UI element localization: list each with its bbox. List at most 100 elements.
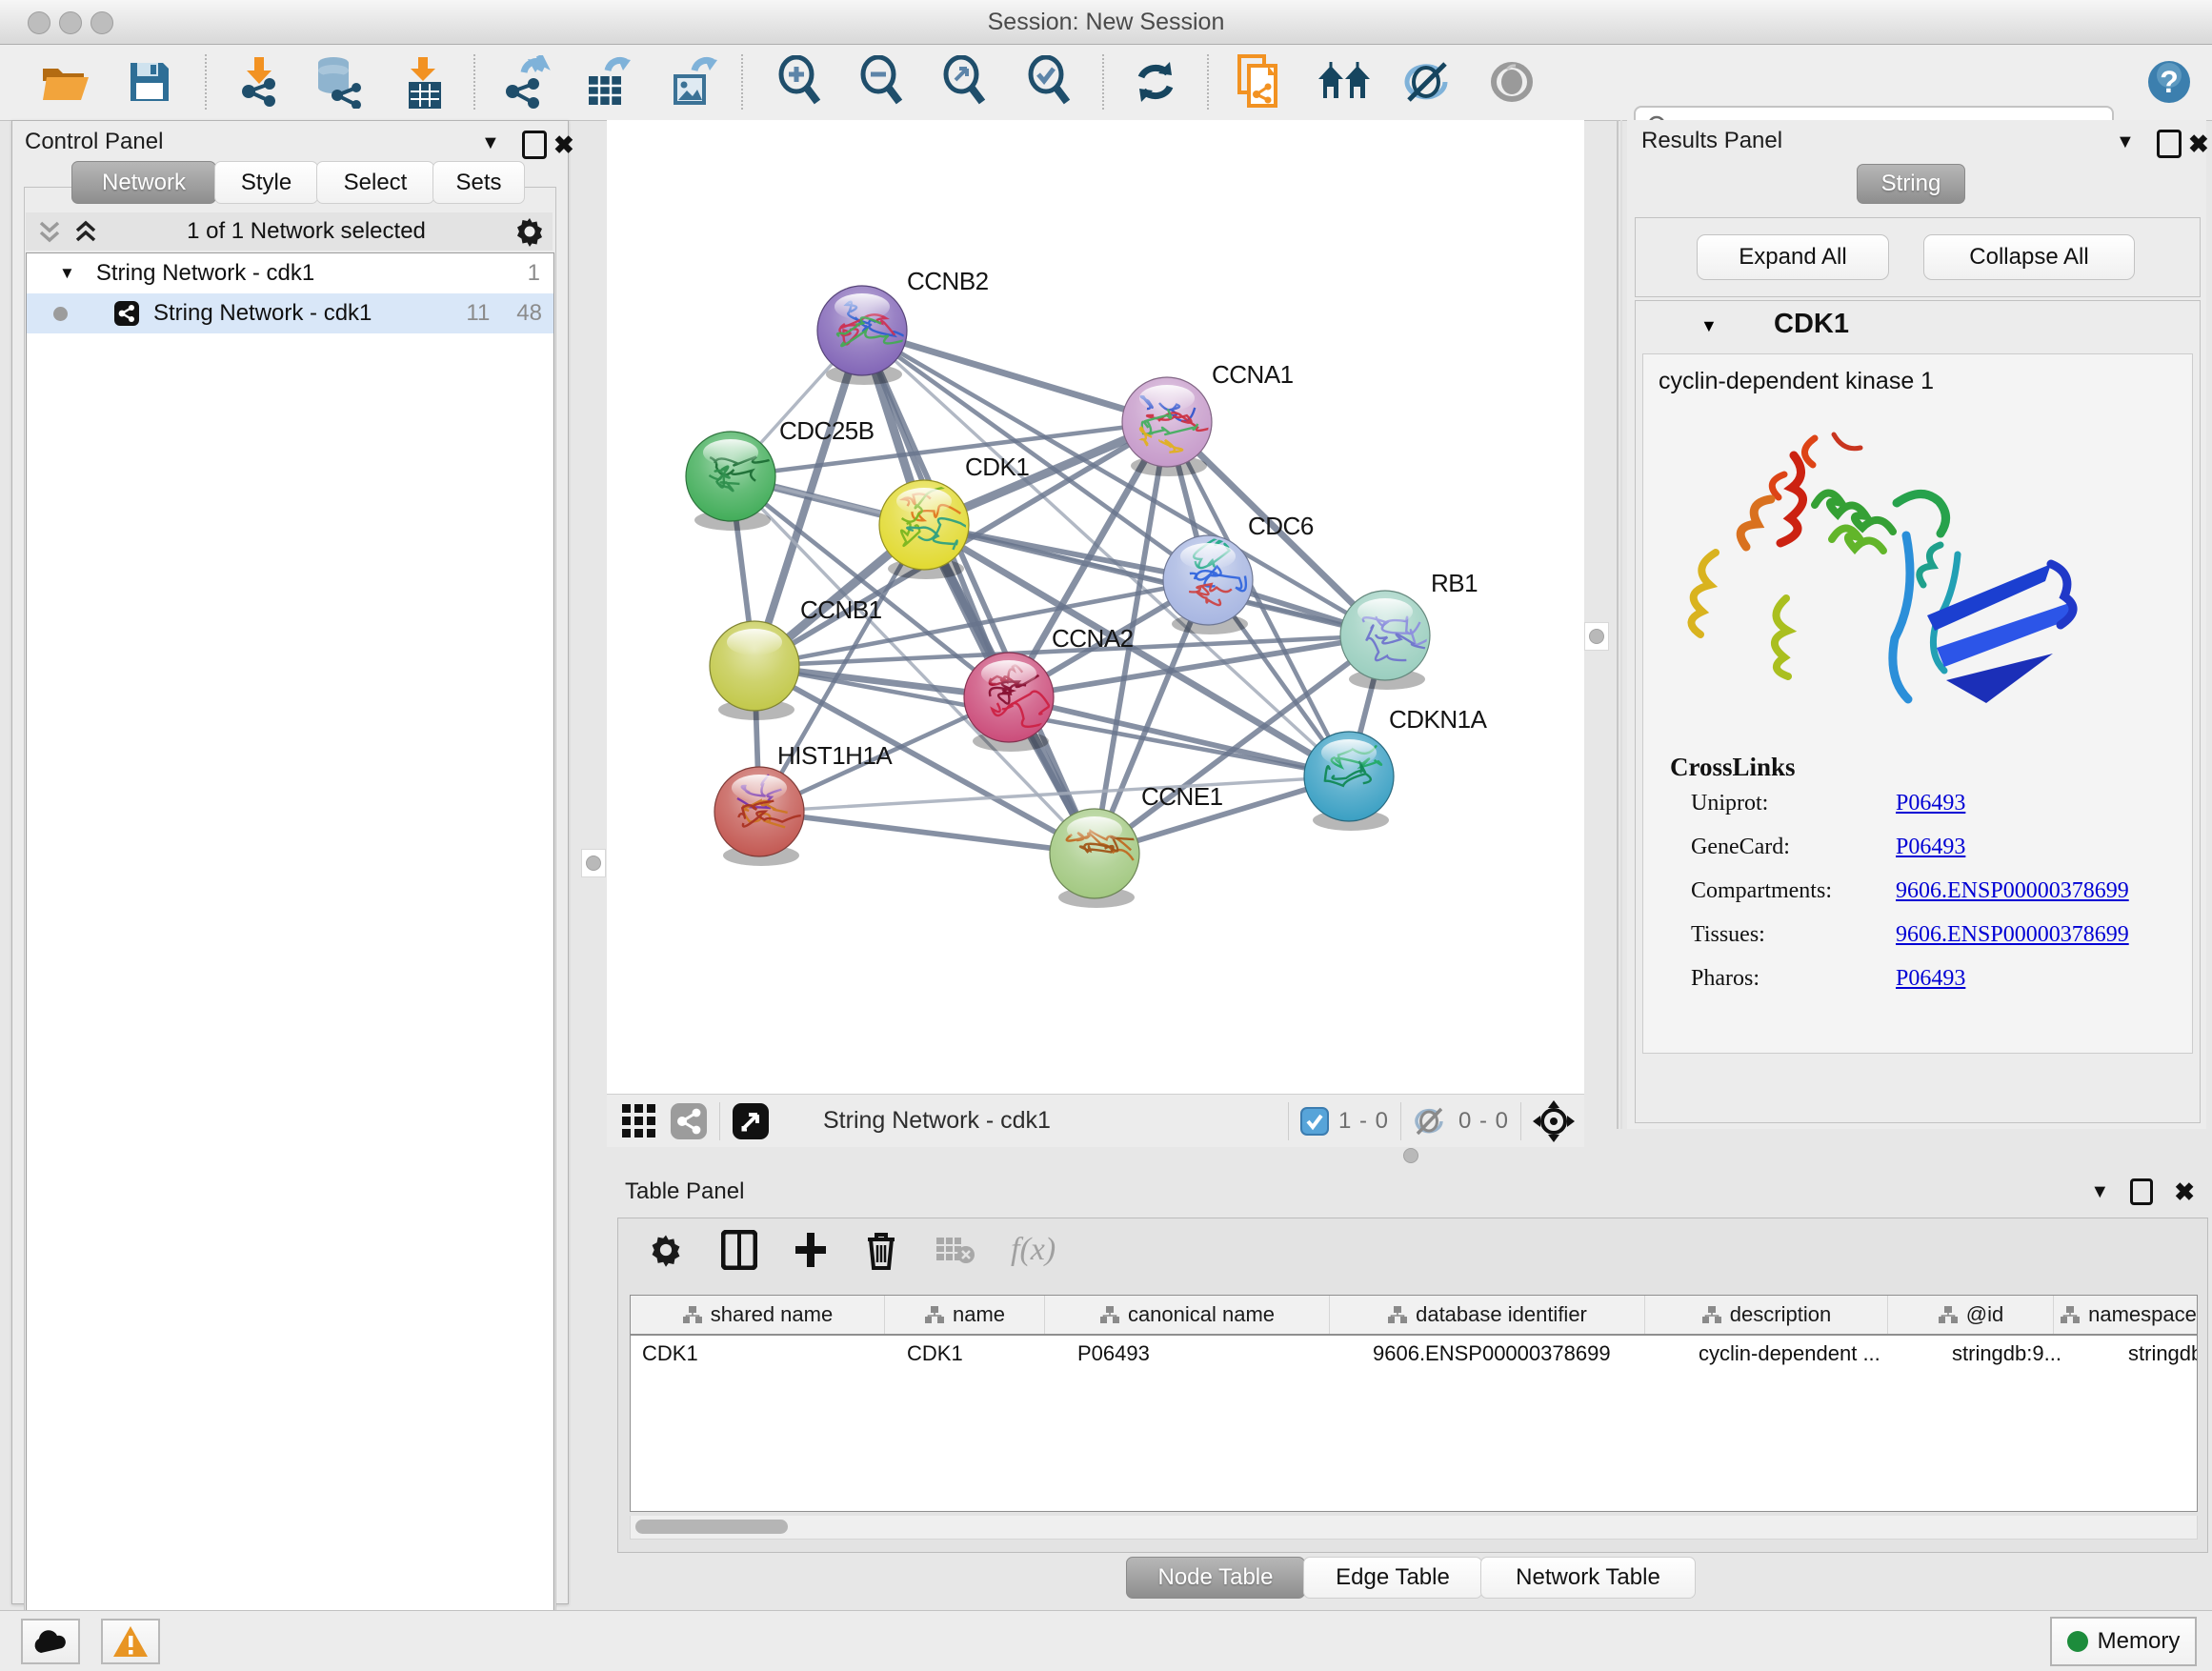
import-table-file-icon[interactable] (395, 52, 451, 111)
column-header-canonicalname[interactable]: canonical name (1045, 1296, 1330, 1334)
warnings-button[interactable] (101, 1619, 160, 1664)
birdseye-view-icon[interactable] (1533, 1100, 1575, 1142)
import-network-file-icon[interactable] (231, 52, 286, 111)
network-node-CDC6[interactable] (1163, 535, 1253, 634)
first-neighbors-icon[interactable] (1317, 52, 1373, 111)
float-panel-icon[interactable] (2130, 1178, 2153, 1205)
zoom-fit-icon[interactable] (937, 52, 993, 111)
show-columns-icon[interactable] (721, 1230, 757, 1270)
memory-button[interactable]: Memory (2050, 1617, 2197, 1666)
tab-network-table[interactable]: Network Table (1480, 1557, 1696, 1599)
network-canvas[interactable]: CCNB2CCNA1CDC25BCDK1CDC6RB1CCNB1CCNA2CDK… (607, 120, 1584, 1094)
crosslink-link[interactable]: 9606.ENSP00000378699 (1896, 878, 2129, 904)
tab-edge-table[interactable]: Edge Table (1303, 1557, 1482, 1599)
delete-column-icon[interactable] (864, 1230, 898, 1270)
export-table-icon[interactable] (579, 52, 634, 111)
grid-view-icon[interactable] (620, 1102, 658, 1140)
float-panel-icon[interactable] (2157, 130, 2182, 158)
detach-view-icon[interactable] (732, 1102, 770, 1140)
scrollbar-thumb[interactable] (635, 1520, 788, 1534)
right-splitter-handle[interactable] (1584, 622, 1609, 651)
tab-select[interactable]: Select (316, 161, 434, 204)
crosslink-link[interactable]: P06493 (1896, 835, 1965, 860)
table-cell[interactable]: stringdb:9... (1941, 1336, 2117, 1372)
show-graphics-details-icon[interactable] (1484, 52, 1539, 111)
network-collection-row[interactable]: ▼ String Network - cdk1 1 (27, 253, 553, 293)
network-node-HIST1H1A[interactable] (714, 767, 804, 866)
column-header-databaseidentifier[interactable]: database identifier (1330, 1296, 1645, 1334)
network-node-CCNB2[interactable] (817, 286, 912, 385)
column-header-name[interactable]: name (885, 1296, 1045, 1334)
network-graph[interactable]: CCNB2CCNA1CDC25BCDK1CDC6RB1CCNB1CCNA2CDK… (607, 120, 1584, 1094)
hidden-eye-icon[interactable] (1413, 1106, 1451, 1137)
close-panel-icon[interactable]: ✖ (553, 131, 574, 160)
hide-selected-icon[interactable] (1400, 52, 1456, 111)
tab-node-table[interactable]: Node Table (1126, 1557, 1305, 1599)
tab-network[interactable]: Network (71, 161, 216, 204)
node-table[interactable]: shared namenamecanonical namedatabase id… (630, 1295, 2198, 1512)
network-label: String Network - cdk1 (153, 300, 372, 327)
column-header-description[interactable]: description (1645, 1296, 1888, 1334)
save-session-icon[interactable] (122, 52, 177, 111)
table-cell[interactable]: CDK1 (631, 1336, 895, 1372)
table-cell[interactable]: stringdb (2117, 1336, 2198, 1372)
crosslink-label: GeneCard: (1691, 835, 1896, 860)
expander-icon[interactable]: ▼ (59, 264, 75, 283)
import-network-database-icon[interactable] (311, 52, 366, 111)
network-node-CCNA1[interactable] (1122, 377, 1214, 476)
table-cell[interactable]: cyclin-dependent ... (1687, 1336, 1941, 1372)
panel-menu-icon[interactable]: ▼ (2090, 1181, 2109, 1203)
table-cell[interactable]: CDK1 (895, 1336, 1066, 1372)
node-label-CCNB2: CCNB2 (907, 267, 989, 295)
panel-menu-icon[interactable]: ▼ (2116, 131, 2135, 153)
panel-menu-icon[interactable]: ▼ (481, 132, 500, 154)
expand-all-icon[interactable] (71, 217, 100, 246)
table-cell[interactable]: 9606.ENSP00000378699 (1361, 1336, 1687, 1372)
tab-style[interactable]: Style (214, 161, 318, 204)
column-header-namespace[interactable]: namespace (2054, 1296, 2198, 1334)
table-cell[interactable]: P06493 (1066, 1336, 1361, 1372)
tab-string[interactable]: String (1857, 164, 1965, 204)
zoom-out-icon[interactable] (855, 52, 910, 111)
column-header-id[interactable]: @id (1888, 1296, 2054, 1334)
network-node-CCNE1[interactable] (1050, 809, 1139, 908)
help-icon[interactable]: ? (2142, 52, 2197, 111)
network-row-selected[interactable]: String Network - cdk1 11 48 (27, 293, 553, 333)
crosslink-link[interactable]: 9606.ENSP00000378699 (1896, 922, 2129, 948)
application-window: Session: New Session (0, 0, 2212, 1671)
bottom-splitter-handle[interactable] (1398, 1149, 1423, 1162)
horizontal-scrollbar[interactable] (630, 1516, 2198, 1540)
tab-sets[interactable]: Sets (432, 161, 525, 204)
left-splitter-handle[interactable] (581, 849, 606, 877)
create-column-icon[interactable] (794, 1231, 828, 1269)
open-session-icon[interactable] (38, 52, 93, 111)
network-node-CDKN1A[interactable] (1304, 732, 1394, 831)
export-network-icon[interactable] (497, 52, 553, 111)
expand-all-button[interactable]: Expand All (1697, 234, 1889, 280)
network-node-CCNA2[interactable] (964, 653, 1054, 752)
network-from-selection-icon[interactable] (1232, 52, 1287, 111)
selected-checkbox-icon[interactable] (1300, 1107, 1329, 1136)
section-expander-icon[interactable]: ▼ (1700, 316, 1718, 336)
network-view-mode-icon[interactable] (670, 1102, 708, 1140)
table-row[interactable]: CDK1CDK1P064939606.ENSP00000378699cyclin… (631, 1336, 2197, 1372)
table-options-gear-icon[interactable] (647, 1231, 685, 1269)
network-node-CCNB1[interactable] (710, 621, 799, 720)
network-options-gear-icon[interactable] (513, 214, 547, 249)
cloud-button[interactable] (21, 1619, 80, 1664)
crosslink-link[interactable]: P06493 (1896, 966, 1965, 992)
zoom-selected-icon[interactable] (1022, 52, 1077, 111)
column-header-sharedname[interactable]: shared name (631, 1296, 885, 1334)
window-title: Session: New Session (0, 9, 2212, 36)
float-panel-icon[interactable] (522, 131, 547, 159)
export-image-icon[interactable] (664, 52, 719, 111)
network-node-RB1[interactable] (1340, 591, 1437, 690)
panel-divider[interactable] (1617, 120, 1619, 1129)
close-panel-icon[interactable]: ✖ (2188, 130, 2209, 159)
collapse-all-icon[interactable] (35, 217, 64, 246)
refresh-view-icon[interactable] (1128, 52, 1183, 111)
crosslink-link[interactable]: P06493 (1896, 791, 1965, 816)
zoom-in-icon[interactable] (773, 52, 828, 111)
close-panel-icon[interactable]: ✖ (2174, 1178, 2195, 1207)
collapse-all-button[interactable]: Collapse All (1923, 234, 2135, 280)
